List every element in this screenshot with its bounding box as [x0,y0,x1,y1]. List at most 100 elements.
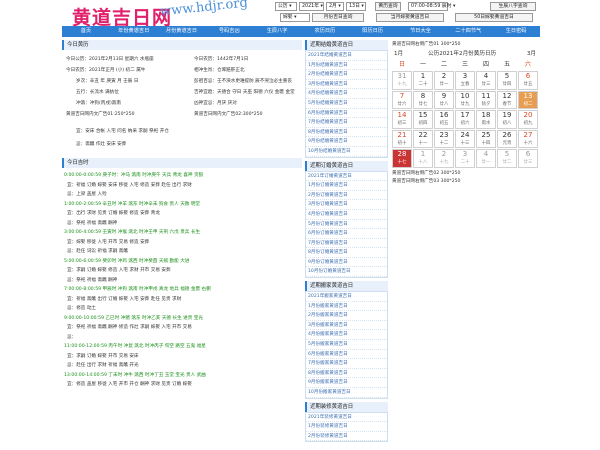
calendar-day[interactable]: 15 初四 [413,110,433,129]
calendar-day[interactable]: 20 初九 [518,110,538,129]
next-month-link[interactable]: 3月 [527,49,536,60]
time-select[interactable]: 07:00-08:59 辰时 ▾ [408,2,455,11]
event-select[interactable]: 嫁娶 ▾ [280,13,310,22]
nav-lunar-calendar[interactable]: 农历日历 [301,26,349,37]
calendar-day[interactable]: 26 元宵 [497,129,517,148]
calendar-day[interactable]: 8 廿七 [413,90,433,109]
calendar-day[interactable]: 23 十二 [434,129,454,148]
list-item[interactable]: 8月份搬家黄道吉日 [306,369,387,379]
calendar-day[interactable]: 18 雨水 [476,110,496,129]
list-item[interactable]: 7月份结婚黄道吉日 [306,118,387,128]
list-item[interactable]: 5月份结婚黄道吉日 [306,99,387,109]
calendar-day[interactable]: 22 十一 [413,129,433,148]
calendar-day[interactable]: 1 十八 [413,149,433,168]
list-item[interactable]: 6月份搬家黄道吉日 [306,350,387,360]
calendar-type-select[interactable]: 公历 ▾ [275,2,297,11]
list-item[interactable]: 9月份结婚黄道吉日 [306,137,387,147]
calendar-day[interactable]: 2 廿一 [434,71,454,90]
calendar-day[interactable]: 17 初六 [455,110,475,129]
list-item[interactable]: 5月份搬家黄道吉日 [306,340,387,350]
calendar-day[interactable]: 14 初三 [392,110,412,129]
day-select[interactable]: 13日 ▾ [346,2,366,11]
list-item[interactable]: 7月份订婚黄道吉日 [306,239,387,249]
list-item[interactable]: 6月份结婚黄道吉日 [306,109,387,119]
calendar-day[interactable]: 6 廿三 [518,149,538,168]
nav-birthday[interactable]: 生日密码 [492,26,540,37]
calendar-day[interactable]: 24 十三 [455,129,475,148]
right-ad-2[interactable]: 黄道吉日网右侧广告02 300*250 [392,170,538,178]
calendar-day[interactable]: 10 廿九 [455,90,475,109]
calendar-day[interactable]: 4 廿一 [476,149,496,168]
calendar-day[interactable]: 1 二十 [413,71,433,90]
list-item[interactable]: 2月份搬家黄道吉日 [306,311,387,321]
nav-festivals[interactable]: 节日大全 [397,26,445,37]
calendar-day[interactable]: 31 十九 [392,71,412,90]
month-select[interactable]: 2月 ▾ [326,2,344,11]
list-item[interactable]: 1月份订婚黄道吉日 [306,181,387,191]
right-ad-1[interactable]: 黄道吉日网右侧广告01 300*250 [392,40,538,49]
list-item[interactable]: 3月份结婚黄道吉日 [306,80,387,90]
almanac-search-button[interactable]: 黄历查询 [375,2,401,11]
nav-number[interactable]: 号码吉凶 [205,26,253,37]
list-item[interactable]: 3月份订婚黄道吉日 [306,200,387,210]
list-item[interactable]: 2021年结婚黄道吉日 [306,51,387,61]
site-url[interactable]: www.hdjr.org [159,0,248,20]
calendar-day[interactable]: 16 初五 [434,110,454,129]
calendar-day[interactable]: 7 廿六 [392,90,412,109]
ad-inline-2[interactable]: 黄道吉日网内文广告02:300*250 [194,111,263,117]
nav-year-lucky[interactable]: 年份黄道吉日 [110,26,158,37]
list-item[interactable]: 2021年装修黄道吉日 [306,413,387,423]
list-item[interactable]: 2月份装修黄道吉日 [306,432,387,442]
right-ad-3[interactable]: 黄道吉日网右侧广告03 300*250 [392,178,538,186]
nav-solar-terms[interactable]: 二十四节气 [444,26,492,37]
calendar-day[interactable]: 4 廿三 [476,71,496,90]
calendar-day[interactable]: 21 初十 [392,129,412,148]
nav-home[interactable]: 首页 [62,26,110,37]
list-item[interactable]: 2021年订婚黄道吉日 [306,172,387,182]
list-item[interactable]: 1月份搬家黄道吉日 [306,302,387,312]
list-item[interactable]: 10月份搬家黄道吉日 [306,388,387,398]
ad-inline-1[interactable]: 黄道吉日网内文广告01:250*250 [66,111,135,117]
month-lucky-search-button[interactable]: 月份吉日查询 [312,13,364,22]
current-month-wedding-button[interactable]: 当月嫁娶黄道吉日 [376,13,444,22]
calendar-day[interactable]: 19 初八 [497,110,517,129]
list-item[interactable]: 2021年搬家黄道吉日 [306,292,387,302]
list-item[interactable]: 4月份订婚黄道吉日 [306,210,387,220]
calendar-day[interactable]: 27 十六 [518,129,538,148]
list-item[interactable]: 1月份结婚黄道吉日 [306,61,387,71]
nav-month-lucky[interactable]: 月份黄道吉日 [158,26,206,37]
year-select[interactable]: 2021年 ▾ [299,2,324,11]
calendar-day[interactable]: 11 除夕 [476,90,496,109]
list-item[interactable]: 2月份订婚黄道吉日 [306,191,387,201]
calendar-day[interactable]: 9 廿八 [434,90,454,109]
nav-bazi[interactable]: 生辰八字 [253,26,301,37]
calendar-day[interactable]: 2 十九 [434,149,454,168]
calendar-day[interactable]: 28 十七 [392,149,412,168]
calendar-day[interactable]: 25 十四 [476,129,496,148]
calendar-day[interactable]: 6 廿五 [518,71,538,90]
list-item[interactable]: 2月份结婚黄道吉日 [306,70,387,80]
list-item[interactable]: 8月份订婚黄道吉日 [306,248,387,258]
list-item[interactable]: 9月份订婚黄道吉日 [306,258,387,268]
calendar-day[interactable]: 5 廿四 [497,71,517,90]
list-item[interactable]: 8月份结婚黄道吉日 [306,128,387,138]
list-item[interactable]: 10月份订婚黄道吉日 [306,267,387,278]
calendar-day[interactable]: 5 廿二 [497,149,517,168]
calendar-day[interactable]: 3 二十 [455,149,475,168]
list-item[interactable]: 4月份搬家黄道吉日 [306,330,387,341]
list-item[interactable]: 5月份订婚黄道吉日 [306,220,387,230]
list-item[interactable]: 9月份搬家黄道吉日 [306,378,387,388]
list-item[interactable]: 7月份搬家黄道吉日 [306,359,387,369]
bazi-search-button[interactable]: 生辰八字查询 [490,2,536,11]
calendar-day[interactable]: 3 立春 [455,71,475,90]
list-item[interactable]: 6月份订婚黄道吉日 [306,229,387,239]
list-item[interactable]: 1月份装修黄道吉日 [306,422,387,432]
calendar-day[interactable]: 12 春节 [497,90,517,109]
nav-solar-calendar[interactable]: 阳历日历 [349,26,397,37]
prev-month-link[interactable]: 1月 [394,49,403,60]
list-item[interactable]: 4月份结婚黄道吉日 [306,89,387,99]
fifty-day-wedding-button[interactable]: 50日嫁娶黄道吉日 [455,13,533,22]
list-item[interactable]: 10月份结婚黄道吉日 [306,147,387,157]
list-item[interactable]: 3月份搬家黄道吉日 [306,321,387,331]
calendar-day[interactable]: 13 初二 [518,90,538,109]
